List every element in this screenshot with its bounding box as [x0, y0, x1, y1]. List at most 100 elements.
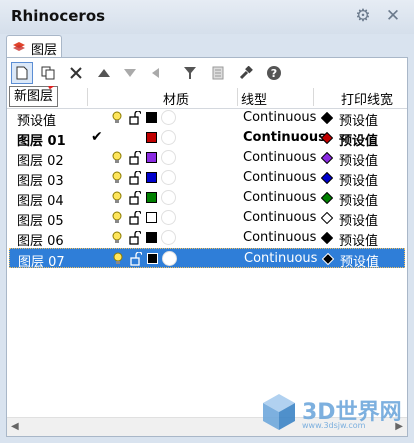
material-icon[interactable] — [162, 251, 177, 266]
column-separator — [87, 88, 88, 106]
layer-linetype[interactable]: Continuous — [243, 190, 316, 205]
print-color-diamond-icon[interactable] — [321, 112, 333, 124]
print-color-diamond-icon[interactable] — [321, 212, 333, 224]
lightbulb-icon[interactable] — [111, 231, 123, 245]
layer-print-width[interactable]: 预设值 — [339, 170, 378, 189]
layer-states-button[interactable] — [207, 62, 229, 84]
layer-row[interactable]: 图层 03 Continuous 预设值 — [9, 168, 405, 189]
material-icon[interactable] — [161, 150, 176, 165]
close-icon[interactable]: ✕ — [384, 7, 402, 25]
layer-toolbar: ? — [7, 58, 407, 86]
material-icon[interactable] — [161, 210, 176, 225]
lightbulb-icon[interactable] — [111, 211, 123, 225]
lightbulb-icon[interactable] — [112, 252, 124, 266]
column-separator — [313, 88, 314, 106]
cube-logo-icon — [263, 394, 295, 430]
material-icon[interactable] — [161, 230, 176, 245]
tools-button[interactable] — [235, 62, 257, 84]
lightbulb-icon[interactable] — [111, 171, 123, 185]
layer-print-width[interactable]: 预设值 — [339, 110, 378, 129]
layer-name[interactable]: 图层 04 — [17, 190, 64, 209]
print-color-diamond-icon[interactable] — [322, 253, 334, 265]
layer-print-width[interactable]: 预设值 — [339, 130, 378, 149]
layer-color-swatch[interactable] — [146, 112, 157, 123]
watermark-url: www.3dsjw.com — [302, 421, 366, 430]
layer-linetype[interactable]: Continuous — [243, 170, 316, 185]
lightbulb-icon[interactable] — [111, 111, 123, 125]
layer-row[interactable]: 图层 06 Continuous 预设值 — [9, 228, 405, 249]
layer-name[interactable]: 图层 01 — [17, 130, 66, 149]
new-document-icon — [16, 66, 28, 80]
layer-print-width[interactable]: 预设值 — [339, 230, 378, 249]
gear-icon[interactable]: ⚙ — [354, 7, 372, 25]
filter-button[interactable] — [179, 62, 201, 84]
unlock-icon[interactable] — [129, 191, 141, 205]
layer-name[interactable]: 图层 05 — [17, 210, 64, 229]
layer-print-width[interactable]: 预设值 — [339, 190, 378, 209]
current-layer-check-icon[interactable]: ✔ — [91, 129, 103, 145]
layer-print-width[interactable]: 预设值 — [339, 150, 378, 169]
column-material[interactable]: 材质 — [163, 89, 189, 108]
lightbulb-icon[interactable] — [111, 191, 123, 205]
unlock-icon[interactable] — [130, 252, 142, 266]
layer-row[interactable]: 图层 04 Continuous 预设值 — [9, 188, 405, 209]
layer-name[interactable]: 图层 07 — [18, 251, 65, 270]
unlock-icon[interactable] — [129, 231, 141, 245]
lightbulb-icon[interactable] — [111, 151, 123, 165]
svg-text:?: ? — [271, 67, 277, 80]
window-title: Rhinoceros — [11, 7, 106, 25]
layer-name[interactable]: 图层 06 — [17, 230, 64, 249]
layer-print-width[interactable]: 预设值 — [340, 251, 379, 270]
layer-row[interactable]: 图层 07 Continuous 预设值 — [9, 248, 405, 270]
layer-linetype[interactable]: Continuous — [243, 230, 316, 245]
print-color-diamond-icon[interactable] — [321, 152, 333, 164]
layer-print-width[interactable]: 预设值 — [339, 210, 378, 229]
layer-color-swatch[interactable] — [146, 152, 157, 163]
layer-name[interactable]: 图层 03 — [17, 170, 64, 189]
tab-layers[interactable]: 图层 — [6, 35, 62, 58]
layer-linetype[interactable]: Continuous — [243, 210, 316, 225]
layer-linetype[interactable]: Continuous — [243, 150, 316, 165]
column-linetype[interactable]: 线型 — [241, 89, 267, 108]
print-color-diamond-icon[interactable] — [321, 172, 333, 184]
tab-label: 图层 — [31, 43, 58, 58]
triangle-up-icon — [98, 69, 110, 77]
print-color-diamond-icon[interactable] — [321, 192, 333, 204]
unlock-icon[interactable] — [129, 151, 141, 165]
layer-color-swatch[interactable] — [147, 253, 158, 264]
document-icon — [212, 66, 224, 80]
layer-color-swatch[interactable] — [146, 172, 157, 183]
material-icon[interactable] — [161, 190, 176, 205]
print-color-diamond-icon[interactable] — [321, 232, 333, 244]
delete-layer-button[interactable] — [65, 62, 87, 84]
layer-color-swatch[interactable] — [146, 232, 157, 243]
move-up-button[interactable] — [93, 62, 115, 84]
help-button[interactable]: ? — [263, 62, 285, 84]
layer-row[interactable]: 图层 01 ✔ Continuous 预设值 — [9, 128, 405, 149]
new-sublayer-button[interactable] — [37, 62, 59, 84]
unlock-icon[interactable] — [129, 211, 141, 225]
print-color-diamond-icon[interactable] — [321, 132, 333, 144]
layer-name[interactable]: 图层 02 — [17, 150, 64, 169]
annotation-arrow — [48, 86, 55, 90]
scroll-left-icon[interactable]: ◀ — [11, 421, 19, 432]
layer-row[interactable]: 图层 02 Continuous 预设值 — [9, 148, 405, 169]
material-icon[interactable] — [161, 110, 176, 125]
column-separator — [237, 88, 238, 106]
unlock-icon[interactable] — [129, 111, 141, 125]
layer-linetype[interactable]: Continuous — [243, 130, 326, 145]
layer-color-swatch[interactable] — [146, 192, 157, 203]
layer-color-swatch[interactable] — [146, 132, 157, 143]
layer-linetype[interactable]: Continuous — [244, 251, 317, 266]
new-layer-button[interactable] — [11, 62, 33, 84]
move-down-button[interactable] — [119, 62, 141, 84]
unlock-icon[interactable] — [129, 171, 141, 185]
material-icon[interactable] — [161, 170, 176, 185]
move-parent-button[interactable] — [147, 62, 169, 84]
material-icon[interactable] — [161, 130, 176, 145]
column-print-width[interactable]: 打印线宽 — [341, 89, 393, 108]
layer-linetype[interactable]: Continuous — [243, 110, 316, 125]
copy-icon — [41, 66, 55, 80]
layer-color-swatch[interactable] — [146, 212, 157, 223]
layer-row[interactable]: 图层 05 Continuous 预设值 — [9, 208, 405, 229]
